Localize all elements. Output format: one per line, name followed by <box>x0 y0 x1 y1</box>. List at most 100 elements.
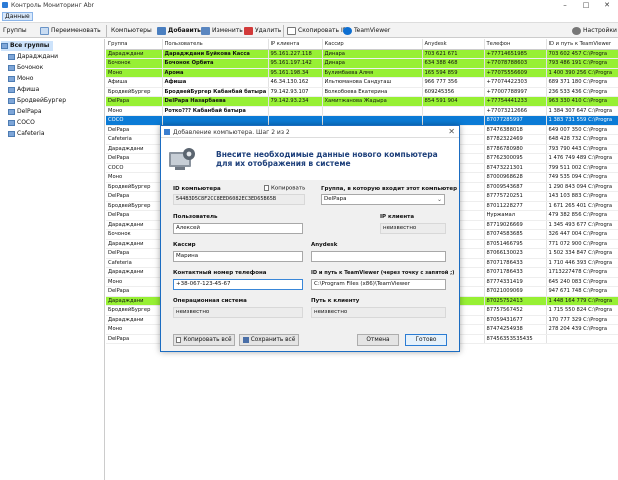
copy-all-button[interactable]: Копировать всё <box>173 334 235 346</box>
table-row[interactable]: Афиша Афиша 46.34.130.162 Ильтюманова Санду… <box>106 77 618 88</box>
copy-icon <box>176 336 182 343</box>
ip-label: IP клиента <box>380 214 415 220</box>
settings-button[interactable]: Настройки <box>572 26 617 36</box>
column-header[interactable]: Кассир <box>322 39 423 50</box>
sidebar-item-afisha[interactable]: Афиша <box>8 85 39 95</box>
table-cell: 87782322469 <box>484 134 547 145</box>
table-cell <box>162 115 269 126</box>
table-cell: 46.34.130.162 <box>268 77 323 88</box>
table-cell: 87476388018 <box>484 125 547 135</box>
table-row[interactable]: Моно Арома 95.161.198.34 Бүлимбаева Алмя 165… <box>106 68 618 78</box>
groups-label: Группы <box>3 27 27 34</box>
save-icon <box>242 336 249 343</box>
sidebar-item-mono[interactable]: Моно <box>8 74 33 84</box>
folder-icon <box>8 53 15 60</box>
column-header[interactable]: Группа <box>106 39 163 50</box>
delete-button[interactable]: Удалить <box>244 26 281 36</box>
table-cell: DelPapa Назарбаева <box>162 96 269 107</box>
done-button[interactable]: Готово <box>405 334 447 346</box>
rename-button[interactable]: Переименовать <box>40 26 101 36</box>
maximize-icon[interactable]: □ <box>577 0 595 11</box>
table-cell: 749 535 094 C:\Progra <box>546 172 618 183</box>
sidebar-item-coco[interactable]: COCO <box>8 118 35 128</box>
user-field[interactable]: Алексей <box>173 223 303 234</box>
add-button[interactable]: Добавить <box>157 26 201 36</box>
folder-icon <box>8 108 15 115</box>
table-cell: БродвейБургер <box>106 201 163 211</box>
table-row[interactable]: COCO 87077285997 1 383 731 559 C:\Progra <box>106 115 618 126</box>
sidebar-item-bochonok[interactable]: Бочонок <box>8 63 43 73</box>
app-icon <box>2 2 8 8</box>
group-select[interactable]: DelPapa ⌄ <box>321 194 445 205</box>
table-cell: 649 007 350 C:\Progra <box>546 125 618 135</box>
phone-field[interactable]: +38-067-123-45-67 <box>173 279 303 290</box>
settings-label: Настройки <box>583 27 617 34</box>
minimize-icon[interactable]: – <box>556 0 574 11</box>
table-row[interactable]: Дарадждани Дарадждани Буйкова Касса 95.161… <box>106 49 618 59</box>
window-title: Контроль Мониторинг Abr <box>11 2 95 9</box>
copy-icon <box>264 185 269 191</box>
table-row[interactable]: Бочонок Бочонок Орбита 95.161.197.142 Динар… <box>106 58 618 69</box>
table-cell: 799 511 002 C:\Progra <box>546 163 618 173</box>
table-cell: Моно <box>106 324 163 335</box>
toolbar: Группы Переименовать Компьютеры Добавить… <box>0 22 618 38</box>
table-cell: 87071786433 <box>484 258 547 268</box>
table-cell <box>268 115 323 126</box>
os-label: Операционная система <box>173 298 247 304</box>
table-cell <box>322 115 423 126</box>
column-header[interactable]: Пользователь <box>162 39 269 50</box>
table-cell: 87059431677 <box>484 315 547 325</box>
copy-id-button[interactable]: Скопировать ID <box>287 26 347 36</box>
table-cell: 1 715 550 824 C:\Progra <box>546 305 618 316</box>
sidebar-item-cafeteria[interactable]: Cafeteria <box>8 129 45 139</box>
menu-data[interactable]: Данные <box>2 12 33 21</box>
client-path-field: неизвестно <box>311 307 446 318</box>
table-row[interactable]: DelPapa DelPapa Назарбаева 79.142.93.234 Ха… <box>106 96 618 107</box>
teamviewer-label: TeamViewer <box>354 27 391 34</box>
table-cell: 79.142.93.234 <box>268 96 323 107</box>
table-cell: 87762300095 <box>484 153 547 164</box>
table-cell: Дарадждани <box>106 144 163 154</box>
table-row[interactable]: БродвейБургер БродвейБургер Кабанбай баты… <box>106 87 618 97</box>
computer-id-field[interactable]: 544B3D5C8F2CC8EED6082EC3ED65B65B <box>173 194 305 205</box>
sidebar-item-delpapa[interactable]: DelPapa <box>8 107 42 117</box>
table-cell: DelPapa <box>106 153 163 164</box>
table-cell: 87021009069 <box>484 286 547 297</box>
table-cell: Cafeteria <box>106 134 163 145</box>
close-icon[interactable]: ✕ <box>598 0 616 11</box>
title-bar: Контроль Мониторинг Abr – □ ✕ <box>0 0 618 11</box>
table-row[interactable]: Моно Ротко??? Кабанбай батыра +77073212666… <box>106 106 618 116</box>
table-cell: 609245356 <box>422 87 485 97</box>
edit-computer-icon <box>201 26 210 35</box>
phone-label: Контактный номер телефона <box>173 270 267 276</box>
cashier-field[interactable]: Марина <box>173 251 303 262</box>
table-cell <box>422 106 485 116</box>
teamviewer-field[interactable]: C:\Program Files (x86)\TeamViewer <box>311 279 446 290</box>
column-header[interactable]: ID и путь к TeamViewer <box>546 39 618 50</box>
save-all-button[interactable]: Сохранить всё <box>239 334 299 346</box>
sidebar-item-broadway[interactable]: БродвейБургер <box>8 96 66 106</box>
table-cell: 703 621 671 <box>422 49 485 59</box>
group-label: Группа, в которую входит этот компьютер <box>321 186 458 192</box>
edit-button[interactable]: Изменить <box>201 26 243 36</box>
sidebar-item-daradzhdani[interactable]: Дарадждани <box>8 52 58 62</box>
sidebar-item-all-groups[interactable]: Все группы <box>1 41 54 51</box>
column-header[interactable]: Anydesk <box>422 39 485 50</box>
column-header[interactable]: IP клиента <box>268 39 323 50</box>
table-cell: Моно <box>106 277 163 287</box>
dialog-close-icon[interactable]: ✕ <box>448 127 455 136</box>
table-cell: 87011228277 <box>484 201 547 211</box>
table-cell: Арома <box>162 68 269 78</box>
anydesk-field[interactable] <box>311 251 446 262</box>
table-cell: 1 502 334 847 C:\Progra <box>546 248 618 259</box>
column-header[interactable]: Телефон <box>484 39 547 50</box>
table-cell: 170 777 329 C:\Progra <box>546 315 618 325</box>
table-cell: 87719026669 <box>484 220 547 230</box>
computers-label: Компьютеры <box>111 27 152 34</box>
table-cell: Бүлимбаева Алмя <box>322 68 423 78</box>
cancel-button[interactable]: Отмена <box>357 334 399 346</box>
copy-id-button[interactable]: Копировать <box>264 185 305 192</box>
os-field: неизвестно <box>173 307 303 318</box>
table-cell: Нуржамал <box>484 210 547 221</box>
teamviewer-button[interactable]: TeamViewer <box>343 26 390 36</box>
